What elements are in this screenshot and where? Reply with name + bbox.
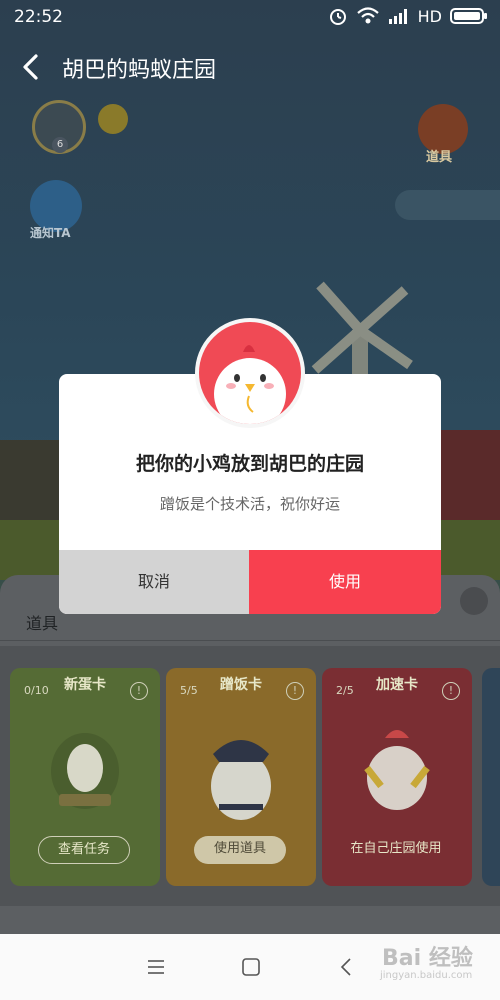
watermark-logo: Bai 经验 [382,946,473,971]
panel-divider [0,640,500,641]
cancel-button[interactable]: 取消 [59,550,249,614]
prop-card-button[interactable]: 在自己庄园使用 [350,836,442,864]
prop-card-partial[interactable] [482,668,500,886]
battery-icon [450,8,487,24]
prop-card-button[interactable]: 查看任务 [38,836,130,864]
back-nav-icon[interactable] [336,956,358,978]
cheering-chicken-icon [364,730,430,810]
prop-card-speed[interactable]: 加速卡 2/5 ! 在自己庄园使用 [322,668,472,886]
top-navbar: 胡巴的蚂蚁庄园 [0,40,500,96]
side-pill-button[interactable] [395,190,500,220]
info-icon[interactable]: ! [286,682,304,700]
prop-card-button[interactable]: 使用道具 [194,836,286,864]
props-entry-label: 道具 [426,150,453,165]
chicken-icon [199,322,301,424]
info-icon[interactable]: ! [442,682,460,700]
status-bar: 22:52 HD [0,0,500,34]
info-icon[interactable]: ! [130,682,148,700]
prop-card-feed[interactable]: 蹭饭卡 5/5 ! 使用道具 [166,668,316,886]
prop-card-count: 2/5 [336,684,354,697]
alarm-icon [329,9,346,25]
notify-label: 通知TA [30,226,71,240]
back-arrow-icon[interactable] [16,52,46,82]
chicken-avatar [195,318,305,428]
police-chicken-icon [211,740,271,820]
dialog-title: 把你的小鸡放到胡巴的庄园 [135,453,364,475]
network-label: HD [417,6,442,26]
level-number: 6 [52,137,68,153]
menu-icon[interactable] [145,956,167,978]
prop-card-count: 5/5 [180,684,198,697]
medal-icon[interactable] [98,104,128,134]
egg-icon [51,733,119,809]
panel-close-icon[interactable] [460,587,488,615]
prop-card-count: 0/10 [24,684,49,697]
signal-icon [388,9,407,24]
use-button[interactable]: 使用 [249,550,441,614]
props-panel-title: 道具 [26,614,59,633]
page-title: 胡巴的蚂蚁庄园 [62,58,217,83]
status-time: 22:52 [14,7,63,27]
wifi-icon [356,7,379,24]
prop-card-new-egg[interactable]: 新蛋卡 0/10 ! 查看任务 [10,668,160,886]
home-icon[interactable] [240,956,262,978]
dialog-subtitle: 蹭饭是个技术活，祝你好运 [159,495,340,513]
watermark-url: jingyan.baidu.com [380,970,473,981]
